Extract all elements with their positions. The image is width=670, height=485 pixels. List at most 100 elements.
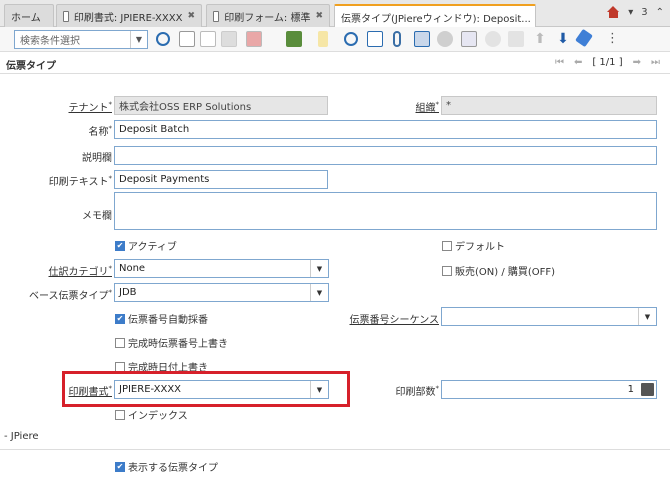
checkbox-checked-icon: ✔ bbox=[115, 461, 125, 472]
shown-doctype-checkbox[interactable]: ✔ 表示する伝票タイプ bbox=[115, 459, 218, 474]
save-icon[interactable] bbox=[221, 31, 237, 47]
base-doctype-select[interactable]: JDB ▼ bbox=[114, 283, 329, 302]
open-tab-count: 3 bbox=[641, 6, 648, 18]
chevron-down-icon[interactable]: ▼ bbox=[130, 31, 147, 48]
last-record-icon[interactable]: ⏭ bbox=[651, 57, 660, 68]
checkbox-checked-icon: ✔ bbox=[115, 240, 125, 251]
copy-icon[interactable] bbox=[200, 31, 216, 47]
label-text: ベース伝票タイプ bbox=[29, 291, 109, 302]
home-icon[interactable] bbox=[607, 6, 620, 18]
sales-transaction-label: 販売(ON) / 購買(OFF) bbox=[455, 267, 556, 278]
close-icon[interactable]: ✖ bbox=[315, 11, 323, 21]
default-label: デフォルト bbox=[455, 242, 505, 253]
required-mark: * bbox=[108, 174, 113, 183]
chevron-down-icon[interactable]: ▼ bbox=[638, 308, 656, 325]
required-mark: * bbox=[108, 264, 113, 273]
next-record-icon[interactable]: ➡ bbox=[633, 57, 641, 68]
active-checkbox[interactable]: ✔ アクティブ bbox=[115, 238, 177, 253]
org-label[interactable]: 組織* bbox=[416, 99, 440, 114]
doc-sequence-select[interactable]: ▼ bbox=[441, 307, 657, 326]
tab-print-format[interactable]: 印刷書式: JPIERE-XXXX ✖ bbox=[56, 4, 202, 27]
description-field[interactable] bbox=[114, 146, 657, 165]
detail-form: テナント* 株式会社OSS ERP Solutions 組織* * 名称* De… bbox=[0, 75, 670, 485]
chevron-down-icon[interactable]: ▼ bbox=[310, 260, 328, 277]
tenant-label[interactable]: テナント* bbox=[69, 99, 113, 114]
tabbar-right: ▾ 3 ⌃ bbox=[607, 6, 664, 18]
gear-icon[interactable] bbox=[485, 31, 501, 47]
print-text-value: Deposit Payments bbox=[119, 174, 210, 185]
archive-icon[interactable] bbox=[461, 31, 477, 47]
tag-icon[interactable] bbox=[575, 28, 593, 48]
label-text: テナント bbox=[68, 103, 109, 114]
memo-textarea[interactable] bbox=[114, 192, 657, 230]
name-field[interactable]: Deposit Batch bbox=[114, 120, 657, 139]
label-text: 印刷テキスト bbox=[48, 177, 109, 188]
section-divider bbox=[0, 449, 670, 450]
checkbox-icon bbox=[115, 337, 125, 348]
gl-category-label[interactable]: 仕訳カテゴリ* bbox=[49, 263, 113, 278]
arrow-down-icon[interactable]: ⬇ bbox=[555, 31, 571, 47]
print-text-label: 印刷テキスト* bbox=[49, 173, 112, 188]
arrow-up-icon[interactable]: ⬆ bbox=[532, 31, 548, 47]
first-record-icon[interactable]: ⏮ bbox=[555, 57, 564, 68]
tab-label: 印刷書式: JPIERE-XXXX bbox=[73, 12, 183, 24]
tab-label: 印刷フォーム: 標準 bbox=[224, 12, 311, 24]
close-icon[interactable]: ✖ bbox=[187, 11, 195, 21]
org-field[interactable]: * bbox=[441, 96, 657, 115]
page-title: 伝票タイプ bbox=[6, 61, 56, 72]
print-text-field[interactable]: Deposit Payments bbox=[114, 170, 328, 189]
tenant-field[interactable]: 株式会社OSS ERP Solutions bbox=[114, 96, 328, 115]
print-preview-icon[interactable] bbox=[286, 31, 302, 47]
printer-icon[interactable] bbox=[508, 31, 524, 47]
base-doctype-value: JDB bbox=[119, 287, 137, 298]
checkbox-checked-icon: ✔ bbox=[115, 313, 125, 324]
default-checkbox[interactable]: デフォルト bbox=[442, 238, 505, 253]
tab-label: ホーム bbox=[11, 12, 41, 24]
description-label: 説明欄 bbox=[82, 153, 112, 164]
attachment-icon[interactable] bbox=[393, 31, 401, 47]
chevron-down-icon[interactable]: ▾ bbox=[628, 7, 633, 18]
calculator-icon[interactable] bbox=[641, 383, 654, 396]
search-icon[interactable] bbox=[156, 32, 170, 46]
tab-print-form[interactable]: 印刷フォーム: 標準 ✖ bbox=[206, 4, 330, 27]
lock-icon[interactable] bbox=[318, 31, 328, 47]
report-icon[interactable] bbox=[437, 31, 453, 47]
name-value: Deposit Batch bbox=[119, 124, 190, 135]
tab-doctype-window[interactable]: 伝票タイプ(JPiereウィンドウ): Deposit... ✖ bbox=[334, 4, 536, 28]
previous-record-icon[interactable]: ⬅ bbox=[574, 57, 582, 68]
section-header-jpiere[interactable]: - JPiere bbox=[4, 431, 39, 442]
zoom-across-icon[interactable] bbox=[414, 31, 430, 47]
required-mark: * bbox=[108, 124, 113, 133]
more-menu-icon[interactable]: ⋮ bbox=[606, 31, 619, 47]
document-icon bbox=[63, 10, 69, 22]
sales-transaction-checkbox[interactable]: 販売(ON) / 購買(OFF) bbox=[442, 263, 555, 278]
copies-label: 印刷部数* bbox=[396, 383, 440, 398]
doc-sequence-label[interactable]: 伝票番号シーケンス bbox=[350, 311, 440, 326]
tenant-value: 株式会社OSS ERP Solutions bbox=[119, 102, 252, 113]
new-record-icon[interactable] bbox=[179, 31, 195, 47]
double-chevron-up-icon[interactable]: ⌃ bbox=[656, 7, 664, 18]
chevron-down-icon[interactable]: ▼ bbox=[310, 284, 328, 301]
overwrite-sequence-label: 完成時伝票番号上書き bbox=[128, 339, 228, 350]
index-checkbox[interactable]: インデックス bbox=[115, 407, 188, 422]
tab-home[interactable]: ホーム bbox=[4, 4, 54, 27]
grid-toggle-icon[interactable] bbox=[367, 31, 383, 47]
checkbox-icon bbox=[442, 265, 452, 276]
search-query-text: 検索条件選択 bbox=[20, 36, 80, 47]
required-mark: * bbox=[435, 100, 440, 109]
overwrite-sequence-checkbox[interactable]: 完成時伝票番号上書き bbox=[115, 335, 228, 350]
search-query-combo[interactable]: 検索条件選択 ▼ bbox=[14, 30, 148, 49]
delete-icon[interactable] bbox=[246, 31, 262, 47]
auto-numbering-checkbox[interactable]: ✔ 伝票番号自動採番 bbox=[115, 311, 208, 326]
checkbox-icon bbox=[442, 240, 452, 251]
base-doctype-label: ベース伝票タイプ* bbox=[29, 287, 112, 302]
checkbox-icon bbox=[115, 409, 125, 420]
refresh-icon[interactable] bbox=[344, 32, 358, 46]
copies-number-field[interactable]: 1 bbox=[441, 380, 657, 399]
label-text: 印刷部数 bbox=[395, 387, 436, 398]
active-label: アクティブ bbox=[128, 242, 177, 253]
required-mark: * bbox=[108, 100, 113, 109]
gl-category-select[interactable]: None ▼ bbox=[114, 259, 329, 278]
name-label: 名称* bbox=[89, 123, 113, 138]
tab-label: 伝票タイプ(JPiereウィンドウ): Deposit... bbox=[341, 13, 531, 25]
